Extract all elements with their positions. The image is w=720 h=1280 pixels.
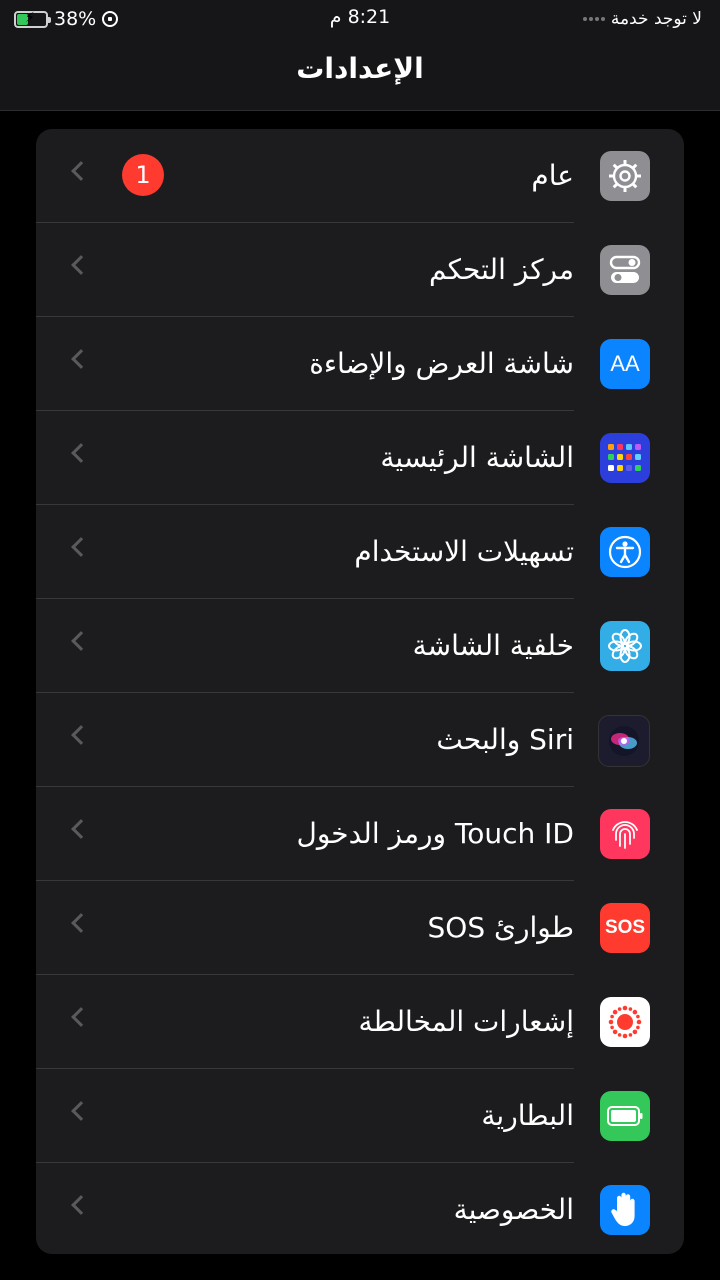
settings-row-display[interactable]: AA شاشة العرض والإضاءة bbox=[36, 317, 684, 411]
row-label: البطارية bbox=[481, 1099, 574, 1132]
fingerprint-icon bbox=[600, 809, 650, 859]
chevron-icon bbox=[71, 1195, 91, 1215]
gear-icon bbox=[600, 151, 650, 201]
chevron-icon bbox=[71, 1101, 91, 1121]
chevron-icon bbox=[71, 349, 91, 369]
row-label: الشاشة الرئيسية bbox=[380, 441, 574, 474]
chevron-icon bbox=[71, 819, 91, 839]
row-label: Touch ID ورمز الدخول bbox=[296, 817, 574, 850]
status-right: لا توجد خدمة bbox=[582, 6, 702, 32]
carrier-text: لا توجد خدمة bbox=[610, 9, 702, 29]
page-title: الإعدادات bbox=[296, 52, 424, 85]
settings-row-privacy[interactable]: الخصوصية bbox=[36, 1163, 684, 1254]
settings-row-accessibility[interactable]: تسهيلات الاستخدام bbox=[36, 505, 684, 599]
settings-row-touch-id[interactable]: Touch ID ورمز الدخول bbox=[36, 787, 684, 881]
exposure-notification-icon bbox=[600, 997, 650, 1047]
chevron-icon bbox=[71, 443, 91, 463]
settings-row-emergency-sos[interactable]: SOS طوارئ SOS bbox=[36, 881, 684, 975]
settings-row-wallpaper[interactable]: خلفية الشاشة bbox=[36, 599, 684, 693]
settings-row-general[interactable]: عام 1 bbox=[36, 129, 684, 223]
row-label: Siri والبحث bbox=[436, 723, 574, 756]
notification-badge: 1 bbox=[122, 154, 164, 196]
accessibility-icon bbox=[600, 527, 650, 577]
top-bar: ⚡ 38% 8:21 م لا توجد خدمة الإعدادات bbox=[0, 0, 720, 111]
row-label: مركز التحكم bbox=[428, 253, 574, 286]
home-screen-grid-icon bbox=[600, 433, 650, 483]
settings-row-control-center[interactable]: مركز التحكم bbox=[36, 223, 684, 317]
settings-row-battery[interactable]: البطارية bbox=[36, 1069, 684, 1163]
signal-icon bbox=[582, 17, 605, 21]
row-label: طوارئ SOS bbox=[427, 911, 574, 944]
row-label: خلفية الشاشة bbox=[412, 629, 574, 662]
row-label: إشعارات المخالطة bbox=[358, 1005, 574, 1038]
chevron-icon bbox=[71, 725, 91, 745]
chevron-icon bbox=[71, 161, 91, 181]
battery-icon bbox=[600, 1091, 650, 1141]
row-label: شاشة العرض والإضاءة bbox=[309, 347, 574, 380]
row-label: تسهيلات الاستخدام bbox=[354, 535, 574, 568]
toggles-icon bbox=[600, 245, 650, 295]
siri-icon bbox=[598, 715, 650, 767]
row-label: الخصوصية bbox=[453, 1193, 574, 1226]
chevron-icon bbox=[71, 913, 91, 933]
chevron-icon bbox=[71, 631, 91, 651]
text-size-glyph: AA bbox=[610, 351, 640, 376]
settings-row-home-screen[interactable]: الشاشة الرئيسية bbox=[36, 411, 684, 505]
settings-group: عام 1 مركز التحكم AA شاشة العرض والإضاءة bbox=[36, 129, 684, 1254]
settings-row-exposure-notifications[interactable]: إشعارات المخالطة bbox=[36, 975, 684, 1069]
chevron-icon bbox=[71, 537, 91, 557]
chevron-icon bbox=[71, 255, 91, 275]
sos-glyph: SOS bbox=[604, 917, 646, 938]
wallpaper-flower-icon bbox=[600, 621, 650, 671]
chevron-icon bbox=[71, 1007, 91, 1027]
settings-row-siri[interactable]: Siri والبحث bbox=[36, 693, 684, 787]
text-size-icon: AA bbox=[600, 339, 650, 389]
sos-icon: SOS bbox=[600, 903, 650, 953]
row-label: عام bbox=[531, 159, 574, 192]
hand-icon bbox=[600, 1185, 650, 1235]
